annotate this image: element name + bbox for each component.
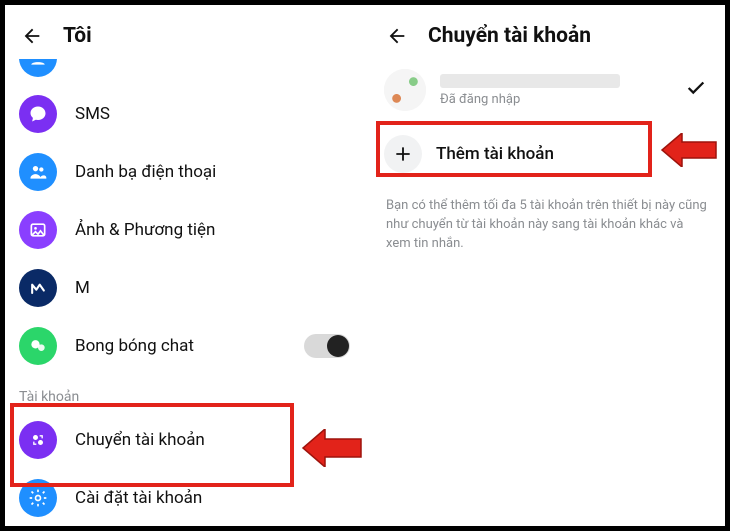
account-row-current[interactable]: Đã đăng nhập [370,59,725,121]
back-button-right[interactable] [384,23,410,49]
arrow-left-icon [21,25,43,47]
avatar-icon [19,59,57,77]
page-title-right: Chuyển tài khoản [428,24,591,48]
list-item-label: Ảnh & Phương tiện [75,220,356,240]
account-status: Đã đăng nhập [440,92,685,107]
list-item-sms[interactable]: SMS [5,85,370,143]
list-item-media[interactable]: Ảnh & Phương tiện [5,201,370,259]
list-item-label: Cài đặt tài khoản [75,488,356,508]
m-icon [19,269,57,307]
list-item-label: Chuyển tài khoản [75,430,356,450]
add-account-button[interactable]: Thêm tài khoản [370,121,725,187]
list-item-contacts[interactable]: Danh bạ điện thoại [5,143,370,201]
avatar [384,69,426,111]
list-item-label: Bong bóng chat [75,336,304,356]
chat-icon [19,95,57,133]
page-title-left: Tôi [63,24,92,48]
arrow-left-icon [386,25,408,47]
back-button-left[interactable] [19,23,45,49]
list-item-chat-bubbles[interactable]: Bong bóng chat [5,317,370,375]
check-icon [685,77,711,103]
list-item-label: SMS [75,104,356,124]
account-name-redacted [440,74,620,88]
list-item-switch-account[interactable]: Chuyển tài khoản [5,411,370,469]
section-header-account: Tài khoản [5,375,370,411]
gear-icon [19,479,57,517]
photo-icon [19,211,57,249]
partial-row [5,59,370,85]
switch-icon [19,421,57,459]
people-icon [19,153,57,191]
bubbles-icon [19,327,57,365]
add-account-label: Thêm tài khoản [436,144,554,164]
helper-text: Bạn có thể thêm tối đa 5 tài khoản trên … [370,187,725,254]
plus-icon [384,135,422,173]
list-item-account-settings[interactable]: Cài đặt tài khoản [5,469,370,527]
list-item-label: M [75,278,356,298]
list-item-m[interactable]: M [5,259,370,317]
chat-bubbles-toggle[interactable] [304,334,350,358]
list-item-label: Danh bạ điện thoại [75,162,356,182]
settings-list: SMS Danh bạ điện thoại Ảnh & Phương tiện… [5,85,370,527]
